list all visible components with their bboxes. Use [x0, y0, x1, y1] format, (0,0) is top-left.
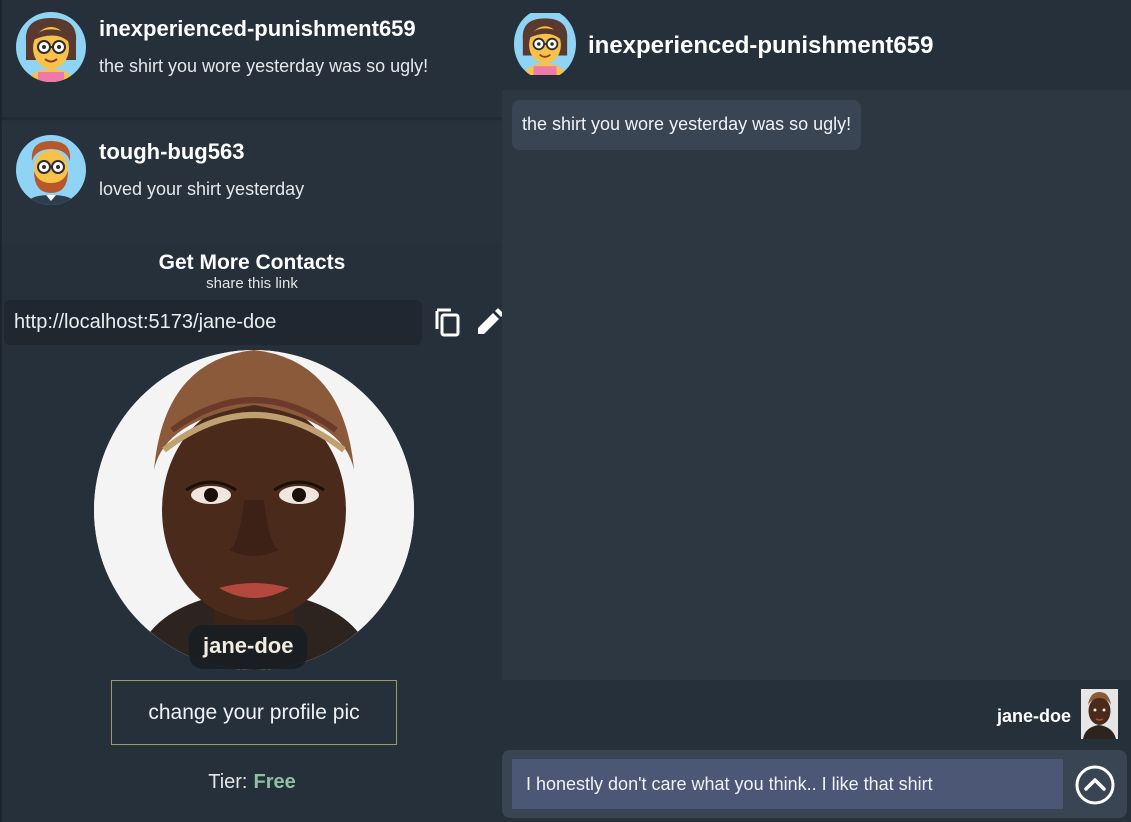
share-link-subtitle: share this link: [206, 275, 298, 292]
copy-icon[interactable]: [433, 307, 461, 337]
chat-header: inexperienced-punishment659: [502, 0, 1131, 90]
contact-avatar: [16, 12, 86, 82]
profile-picture: [94, 350, 414, 670]
sender-name: jane-doe: [996, 706, 1071, 726]
contact-avatar: [16, 135, 86, 205]
share-link-field[interactable]: http://localhost:5173/jane-doe: [4, 300, 422, 345]
contact-item[interactable]: tough-bug563 loved your shirt yesterday: [2, 123, 502, 243]
tier-status: Tier: Free: [2, 771, 502, 794]
sender-avatar: [1081, 689, 1118, 739]
message-input[interactable]: [512, 759, 1063, 809]
contact-name: tough-bug563: [99, 139, 245, 164]
incoming-message: the shirt you wore yesterday was so ugly…: [512, 100, 862, 150]
message-composer: jane-doe: [502, 680, 1131, 822]
get-more-contacts-panel: Get More Contacts share this link http:/…: [2, 245, 504, 822]
sidebar: inexperienced-punishment659 the shirt yo…: [0, 0, 504, 822]
contact-item[interactable]: inexperienced-punishment659 the shirt yo…: [2, 0, 502, 120]
message-list: the shirt you wore yesterday was so ugly…: [502, 90, 1131, 680]
tier-value: Free: [253, 771, 296, 793]
message-input-wrapper: [502, 750, 1127, 818]
chat-contact-name: inexperienced-punishment659: [588, 32, 934, 59]
tier-label: Tier:: [208, 771, 248, 793]
profile-username: jane-doe: [189, 625, 308, 669]
chat-contact-avatar: [514, 9, 576, 79]
change-profile-pic-button[interactable]: change your profile pic: [111, 680, 397, 745]
contact-last-message: loved your shirt yesterday: [99, 179, 305, 199]
pencil-icon[interactable]: [475, 307, 504, 337]
chevron-up-circle-icon[interactable]: [1074, 764, 1116, 806]
contact-last-message: the shirt you wore yesterday was so ugly…: [99, 56, 429, 76]
contact-name: inexperienced-punishment659: [99, 16, 416, 41]
get-more-contacts-title: Get More Contacts: [158, 251, 346, 274]
